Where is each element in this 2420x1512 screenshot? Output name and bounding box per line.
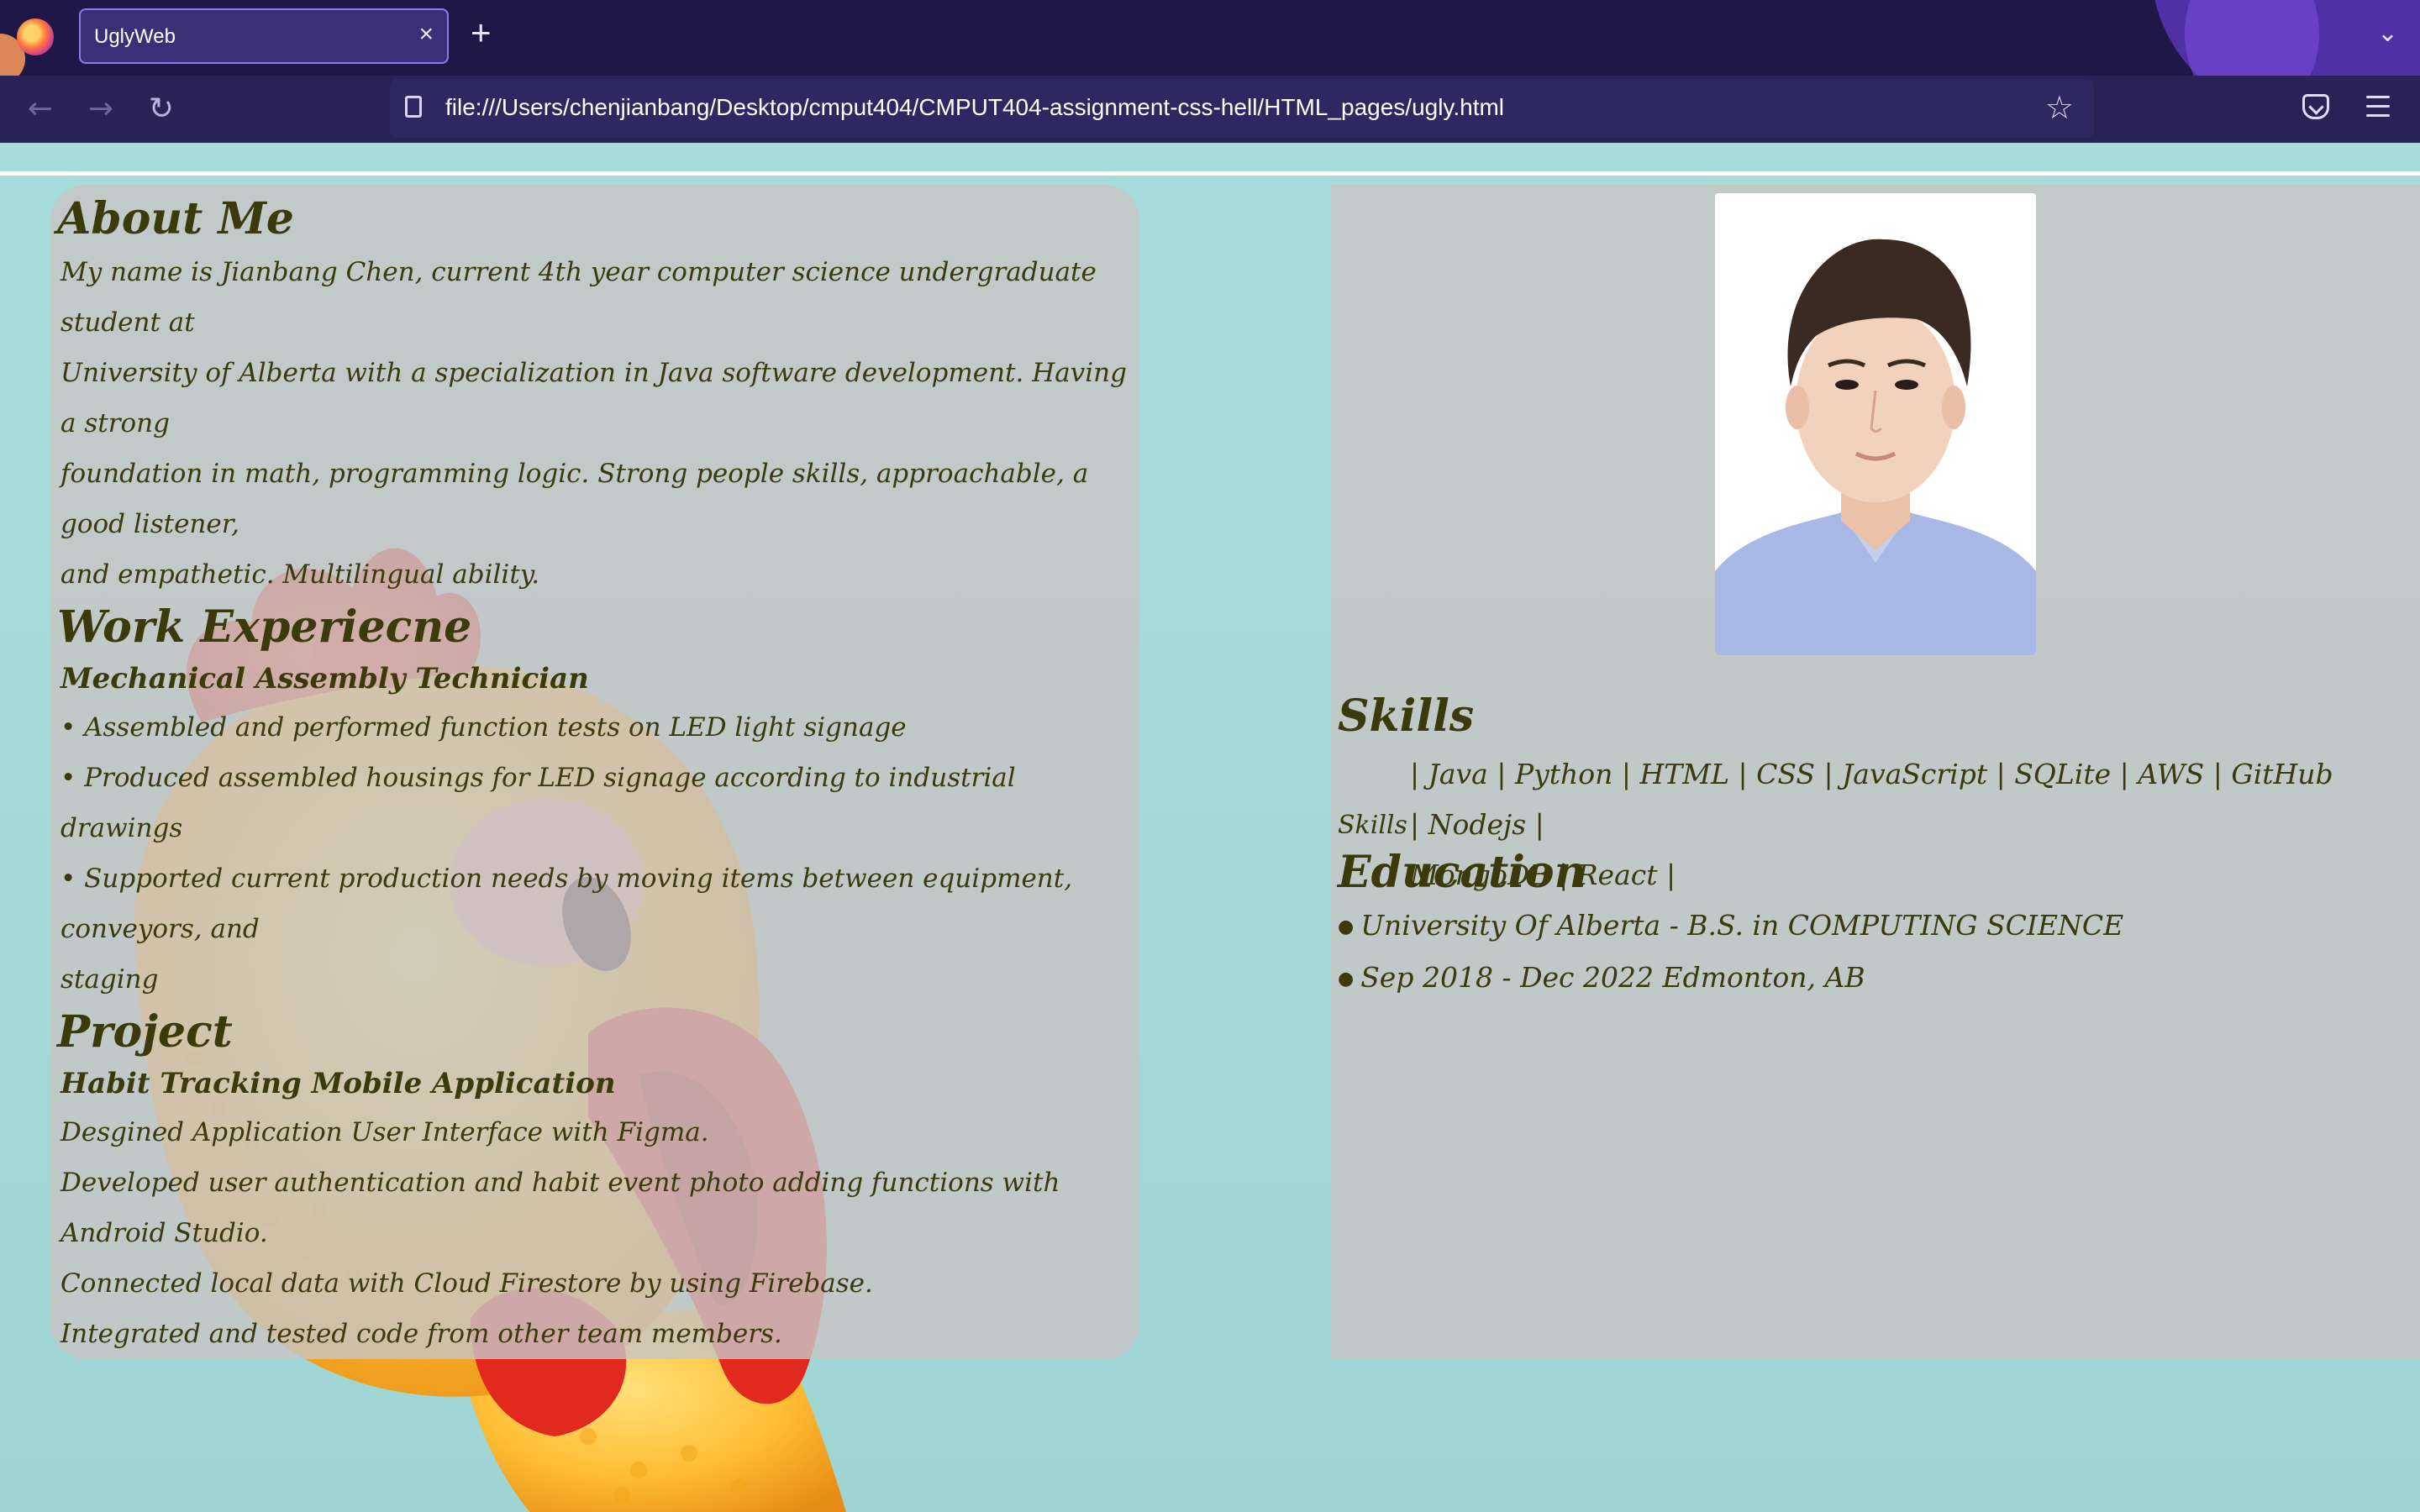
about-line: and empathetic. Multilingual ability. <box>60 559 540 590</box>
page-icon <box>405 96 422 118</box>
education-item-text: Sep 2018 - Dec 2022 Edmonton, AB <box>1360 961 1865 994</box>
bullet-icon: ● <box>1338 916 1355 937</box>
skills-line: | Java | Python | HTML | CSS | JavaScrip… <box>1410 758 2333 841</box>
reload-button[interactable]: ↻ <box>141 89 182 129</box>
forward-button[interactable]: → <box>81 89 121 129</box>
back-button[interactable]: ← <box>20 89 60 129</box>
page-viewport: About Me My name is Jianbang Chen, curre… <box>0 143 2420 1512</box>
education-item: ● Sep 2018 - Dec 2022 Edmonton, AB <box>1338 953 2405 1005</box>
tab-uglyweb[interactable]: UglyWeb × <box>79 8 449 64</box>
url-text[interactable]: file:///Users/chenjianbang/Desktop/cmput… <box>445 94 1504 121</box>
portrait-image <box>1715 193 2036 655</box>
horizontal-rule <box>0 171 2420 176</box>
hamburger-menu-icon[interactable] <box>2366 96 2390 118</box>
about-line: University of Alberta with a specializat… <box>60 358 1127 438</box>
work-heading: Work Experiecne <box>57 601 472 653</box>
job-title: Mechanical Assembly Technician <box>60 662 589 696</box>
close-icon[interactable]: × <box>418 22 434 47</box>
education-item-text: University Of Alberta - B.S. in COMPUTIN… <box>1360 909 2124 942</box>
project-line: Connected local data with Cloud Firestor… <box>60 1268 873 1299</box>
project-line: Desgined Application User Interface with… <box>60 1117 709 1147</box>
project-line: Integrated and tested code from other te… <box>60 1319 782 1349</box>
work-bullet: staging <box>60 964 159 995</box>
education-section: Education ● University Of Alberta - B.S. … <box>1338 845 2405 1005</box>
about-line: My name is Jianbang Chen, current 4th ye… <box>60 257 1097 338</box>
profile-photo <box>1715 193 2036 655</box>
work-bullet: • Produced assembled housings for LED si… <box>60 763 1016 843</box>
theme-decoration <box>2185 0 2319 76</box>
bullet-icon: ● <box>1338 969 1355 990</box>
project-heading: Project <box>57 1006 233 1058</box>
tab-title: UglyWeb <box>94 25 176 48</box>
education-heading: Education <box>1338 847 1586 898</box>
skills-heading: Skills <box>1338 690 1475 742</box>
work-bullet: • Supported current production needs by … <box>60 864 1073 944</box>
about-line: foundation in math, programming logic. S… <box>60 459 1089 539</box>
about-heading: About Me <box>57 193 294 244</box>
pocket-icon[interactable] <box>2302 94 2329 119</box>
firefox-icon[interactable] <box>17 18 54 55</box>
skills-label: Skills <box>1338 810 1407 840</box>
project-name: Habit Tracking Mobile Application <box>60 1067 616 1100</box>
project-line: Developed user authentication and habit … <box>60 1168 1060 1248</box>
bookmark-star-icon[interactable]: ☆ <box>2045 89 2074 126</box>
resume-left-panel: About Me My name is Jianbang Chen, curre… <box>50 185 1139 1359</box>
new-tab-button[interactable]: + <box>471 15 492 50</box>
chevron-down-icon[interactable]: ⌄ <box>2377 18 2398 48</box>
tab-strip: UglyWeb × + ⌄ <box>0 0 2420 76</box>
work-bullet: • Assembled and performed function tests… <box>60 712 907 743</box>
education-item: ● University Of Alberta - B.S. in COMPUTI… <box>1338 900 2405 953</box>
address-bar[interactable]: file:///Users/chenjianbang/Desktop/cmput… <box>390 79 2094 138</box>
resume-right-panel: Skills Skills | Java | Python | HTML | C… <box>1331 185 2420 1359</box>
